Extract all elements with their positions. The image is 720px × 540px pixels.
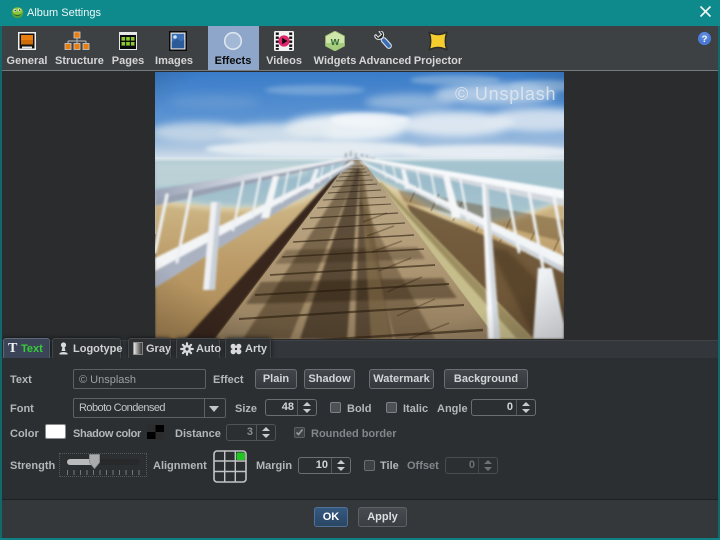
svg-text:?: ? xyxy=(702,34,708,45)
svg-text:w: w xyxy=(330,36,340,48)
svg-text:© Unsplash: © Unsplash xyxy=(455,84,556,104)
